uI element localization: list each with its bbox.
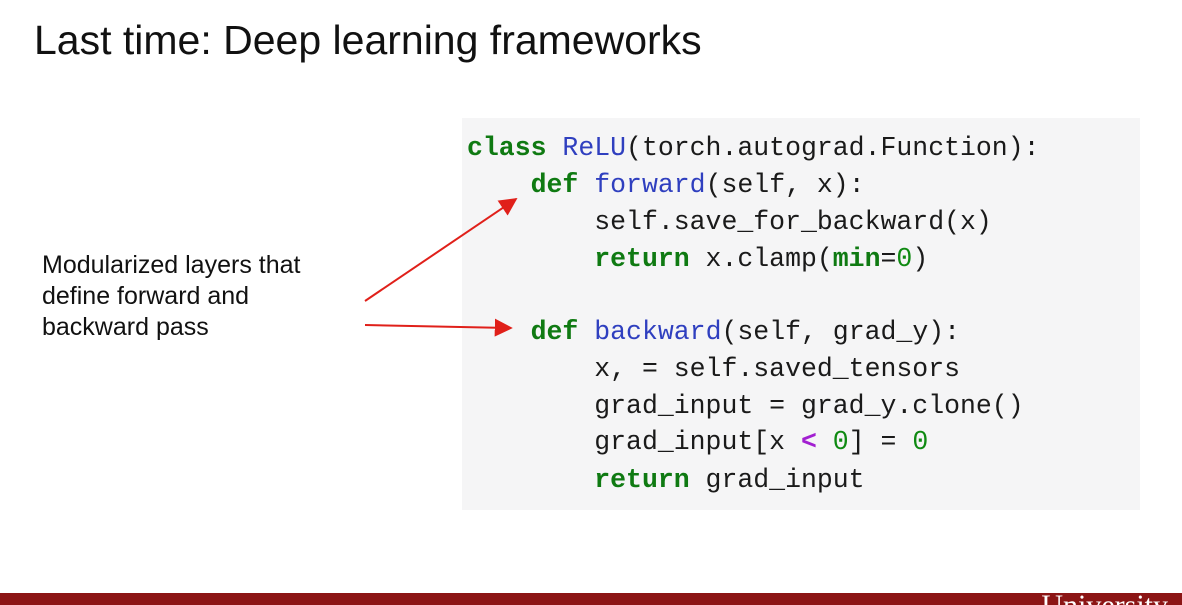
university-wordmark: University <box>1041 593 1168 605</box>
arrow-to-backward <box>364 318 513 337</box>
footer-bar: University <box>0 593 1182 605</box>
arrow-to-forward <box>364 197 518 302</box>
arrows-layer <box>364 197 518 337</box>
